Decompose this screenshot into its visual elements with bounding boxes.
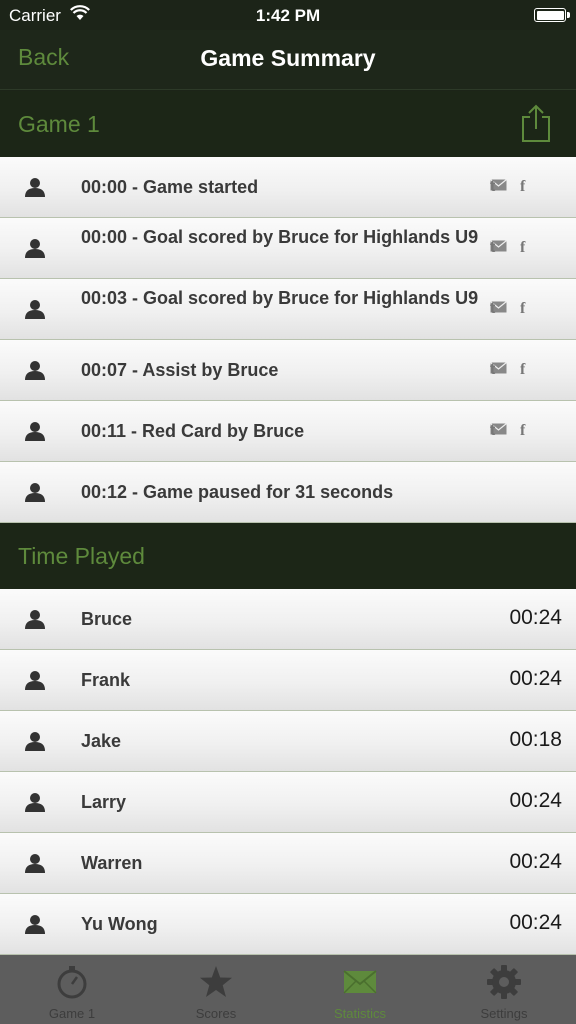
status-bar: Carrier 1:42 PM — [0, 0, 576, 30]
tab-game[interactable]: Game 1 — [0, 955, 144, 1024]
player-name: Frank — [81, 670, 131, 690]
tab-statistics[interactable]: Statistics — [288, 955, 432, 1024]
person-icon — [25, 854, 45, 873]
status-time: 1:42 PM — [255, 6, 321, 25]
time-played-section-header: Time Played — [0, 523, 576, 589]
share-actions: t f — [490, 178, 562, 196]
twitter-icon[interactable]: t — [490, 361, 495, 379]
person-icon — [25, 793, 45, 812]
envelope-icon — [343, 970, 377, 994]
share-icon[interactable] — [520, 103, 552, 143]
twitter-icon[interactable]: t — [490, 178, 495, 196]
stopwatch-icon — [57, 966, 87, 999]
page-title: Game Summary — [200, 45, 376, 71]
tab-label: Statistics — [333, 1006, 386, 1021]
player-name: Larry — [81, 792, 127, 812]
person-icon — [25, 178, 45, 197]
person-icon — [25, 671, 45, 690]
player-name: Bruce — [81, 609, 133, 629]
player-name: Yu Wong — [81, 914, 158, 934]
section-title-time-played: Time Played — [18, 543, 145, 569]
person-icon — [25, 239, 45, 258]
twitter-icon[interactable]: t — [490, 300, 495, 318]
player-time: 00:24 — [509, 667, 562, 690]
player-name: Warren — [81, 853, 143, 873]
player-row[interactable]: Warren 00:24 — [0, 833, 576, 894]
event-text: 00:00 - Goal scored by Bruce for Highlan… — [81, 227, 479, 247]
player-time: 00:24 — [509, 850, 562, 873]
facebook-icon[interactable]: f — [520, 300, 525, 318]
player-row[interactable]: Jake 00:18 — [0, 711, 576, 772]
event-row[interactable]: 00:07 - Assist by Bruce t f — [0, 340, 576, 401]
player-time: 00:18 — [509, 728, 562, 751]
tab-settings[interactable]: Settings — [432, 955, 576, 1024]
event-row[interactable]: 00:00 - Goal scored by Bruce for Highlan… — [0, 218, 576, 279]
player-time: 00:24 — [509, 789, 562, 812]
event-row[interactable]: 00:03 - Goal scored by Bruce for Highlan… — [0, 279, 576, 340]
player-name: Jake — [81, 731, 122, 751]
share-actions: t f — [490, 300, 562, 318]
event-row[interactable]: 00:00 - Game started t f — [0, 157, 576, 218]
section-title-game: Game 1 — [18, 111, 100, 137]
share-actions: t f — [490, 422, 562, 440]
tab-label: Game 1 — [48, 1006, 96, 1021]
battery-icon — [534, 8, 570, 22]
facebook-icon[interactable]: f — [520, 178, 525, 196]
twitter-icon[interactable]: t — [490, 422, 495, 440]
person-icon — [25, 422, 45, 441]
person-icon — [25, 361, 45, 380]
player-row[interactable]: Larry 00:24 — [0, 772, 576, 833]
share-actions: t f — [490, 361, 562, 379]
player-row[interactable]: Bruce 00:24 — [0, 589, 576, 650]
event-row[interactable]: 00:12 - Game paused for 31 seconds — [0, 462, 576, 523]
facebook-icon[interactable]: f — [520, 422, 525, 440]
person-icon — [25, 300, 45, 319]
player-row[interactable]: Yu Wong 00:24 — [0, 894, 576, 955]
event-text: 00:11 - Red Card by Bruce — [81, 421, 305, 441]
player-row[interactable]: Frank 00:24 — [0, 650, 576, 711]
event-text: 00:00 - Game started — [81, 177, 259, 197]
person-icon — [25, 915, 45, 934]
person-icon — [25, 610, 45, 629]
tab-scores[interactable]: Scores — [144, 955, 288, 1024]
events-section-header: Game 1 — [0, 91, 576, 157]
event-row[interactable]: 00:11 - Red Card by Bruce t f — [0, 401, 576, 462]
event-text: 00:12 - Game paused for 31 seconds — [81, 482, 394, 502]
tab-bar: Game 1 Scores Statistics Settings — [0, 955, 576, 1024]
event-text: 00:07 - Assist by Bruce — [81, 360, 279, 380]
tab-label: Scores — [195, 1006, 237, 1021]
player-time: 00:24 — [509, 911, 562, 934]
twitter-icon[interactable]: t — [490, 239, 495, 257]
tab-label: Settings — [480, 1006, 528, 1021]
event-text: 00:03 - Goal scored by Bruce for Highlan… — [81, 288, 479, 308]
person-icon — [25, 732, 45, 751]
navigation-bar: Back Game Summary — [0, 30, 576, 90]
person-icon — [25, 483, 45, 502]
facebook-icon[interactable]: f — [520, 361, 525, 379]
player-time: 00:24 — [509, 606, 562, 629]
facebook-icon[interactable]: f — [520, 239, 525, 257]
star-icon — [200, 966, 232, 997]
gear-icon — [487, 965, 521, 999]
share-actions: t f — [490, 239, 562, 257]
